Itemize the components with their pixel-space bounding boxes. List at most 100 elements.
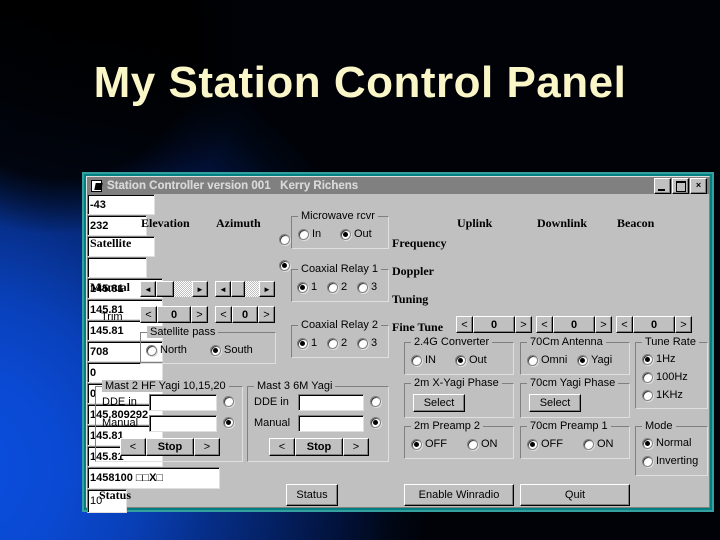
scroll-left-icon[interactable]: ◄ [215,281,231,297]
mode-title: Mode [642,420,676,432]
status-button[interactable]: Status [286,484,338,506]
fine-tune-increase-button[interactable]: > [515,316,532,333]
mast3-stop-button[interactable]: Stop [295,438,343,456]
manual-source-radio[interactable] [279,260,290,271]
microwave-rcvr-in-radio[interactable]: In [298,228,321,240]
radio-dot-icon [357,281,368,293]
window-title: Station Controller version 001 Kerry Ric… [107,179,359,192]
beacon-fine-tune-value: 0 [633,316,675,333]
mast2-manual-field[interactable] [149,415,217,432]
coax1-option-3-radio[interactable]: 3 [357,281,377,293]
tune-rate-1hz-radio[interactable]: 1Hz [642,353,676,365]
satellite-source-radio[interactable] [279,234,290,245]
manual-azimuth-field[interactable] [87,257,147,278]
radio-dot-icon [340,228,351,240]
mast2-stop-button[interactable]: Stop [146,438,194,456]
converter-24g-out-radio[interactable]: Out [455,354,487,366]
fine-tune-increase-button[interactable]: > [675,316,692,333]
scroll-track[interactable] [231,281,259,297]
scroll-thumb[interactable] [231,281,245,297]
option-label: Omni [541,354,568,366]
microwave-rcvr-out-radio[interactable]: Out [340,228,372,240]
satellite-pass-north-radio[interactable]: North [146,344,187,356]
antenna-70cm-omni-radio[interactable]: Omni [527,354,567,366]
mast3-dde-field[interactable] [298,394,364,411]
mast2-right-button[interactable]: > [194,438,220,456]
elevation-scrollbar[interactable]: ◄ ► [140,281,208,297]
radio-dot-icon [146,344,157,356]
coax1-option-2-radio[interactable]: 2 [327,281,347,293]
preamp-2m-off-radio[interactable]: OFF [411,438,447,450]
status-field[interactable]: 1458100 □□X□ [87,467,220,489]
mast2-manual-label: Manual [102,417,139,429]
radio-dot-icon [279,260,290,271]
trim-increase-button[interactable]: > [258,306,275,323]
mode-group: Mode Normal Inverting [635,420,708,476]
mode-normal-radio[interactable]: Normal [642,437,691,449]
microwave-rcvr-title: Microwave rcvr [298,210,378,222]
fine-tune-decrease-button[interactable]: < [616,316,633,333]
scroll-right-icon[interactable]: ► [192,281,208,297]
scroll-track[interactable] [156,281,192,297]
satellite-pass-south-radio[interactable]: South [210,344,253,356]
tune-rate-100hz-radio[interactable]: 100Hz [642,371,688,383]
scroll-left-icon[interactable]: ◄ [140,281,156,297]
quit-button[interactable]: Quit [520,484,630,506]
beacon-fine-tune-spinner[interactable]: < 0 > [616,316,692,333]
phase-70cm-select-button[interactable]: Select [529,394,581,412]
mast2-title: Mast 2 HF Yagi 10,15,20 [102,380,229,392]
radio-dot-icon [297,281,308,293]
manual-row-label: Manual [90,280,131,294]
mast2-dde-radio[interactable] [223,396,234,407]
enable-winradio-button[interactable]: Enable Winradio [404,484,514,506]
mast3-left-button[interactable]: < [269,438,295,456]
scroll-right-icon[interactable]: ► [259,281,275,297]
downlink-fine-tune-spinner[interactable]: < 0 > [536,316,612,333]
azimuth-scrollbar[interactable]: ◄ ► [215,281,275,297]
converter-24g-in-radio[interactable]: IN [411,354,436,366]
satellite-azimuth-field[interactable]: 232 [87,215,147,236]
mode-inverting-radio[interactable]: Inverting [642,455,698,467]
option-label: 3 [371,337,378,349]
maximize-button[interactable] [672,177,689,194]
uplink-fine-tune-spinner[interactable]: < 0 > [456,316,532,333]
radio-dot-icon [297,337,308,349]
trim-increase-button[interactable]: > [191,306,208,323]
elevation-trim-spinner[interactable]: < 0 > [140,306,208,323]
mast3-right-button[interactable]: > [343,438,369,456]
mast3-dde-radio[interactable] [370,396,381,407]
mast3-manual-field[interactable] [298,415,364,432]
antenna-70cm-yagi-radio[interactable]: Yagi [577,354,612,366]
fine-tune-decrease-button[interactable]: < [456,316,473,333]
minimize-button[interactable] [654,177,671,194]
tune-rate-1khz-radio[interactable]: 1KHz [642,389,683,401]
option-label: 1 [311,337,318,349]
satellite-elevation-field[interactable]: -43 [87,194,155,215]
azimuth-trim-spinner[interactable]: < 0 > [215,306,275,323]
mast2-dde-field[interactable] [149,394,217,411]
fine-tune-decrease-button[interactable]: < [536,316,553,333]
coax2-option-1-radio[interactable]: 1 [297,337,317,349]
close-button[interactable]: × [690,177,707,194]
preamp-70cm-on-radio[interactable]: ON [583,438,614,450]
phase-2m-title: 2m X-Yagi Phase [411,377,502,389]
trim-decrease-button[interactable]: < [140,306,157,323]
preamp-70cm-off-radio[interactable]: OFF [527,438,563,450]
option-label: Yagi [591,354,613,366]
mast2-left-button[interactable]: < [120,438,146,456]
mast3-manual-radio[interactable] [370,417,381,428]
trim-decrease-button[interactable]: < [215,306,232,323]
option-label: Inverting [656,455,699,467]
beacon-header: Beacon [617,216,655,230]
scroll-thumb[interactable] [156,281,174,297]
phase-2m-select-button[interactable]: Select [413,394,465,412]
radio-dot-icon [467,438,478,450]
coax1-option-1-radio[interactable]: 1 [297,281,317,293]
preamp-70cm-group: 70cm Preamp 1 OFF ON [520,420,630,459]
mast2-manual-radio[interactable] [223,417,234,428]
preamp-2m-on-radio[interactable]: ON [467,438,498,450]
coax2-option-3-radio[interactable]: 3 [357,337,377,349]
coax2-option-2-radio[interactable]: 2 [327,337,347,349]
fine-tune-increase-button[interactable]: > [595,316,612,333]
title-bar[interactable]: Station Controller version 001 Kerry Ric… [87,177,709,194]
